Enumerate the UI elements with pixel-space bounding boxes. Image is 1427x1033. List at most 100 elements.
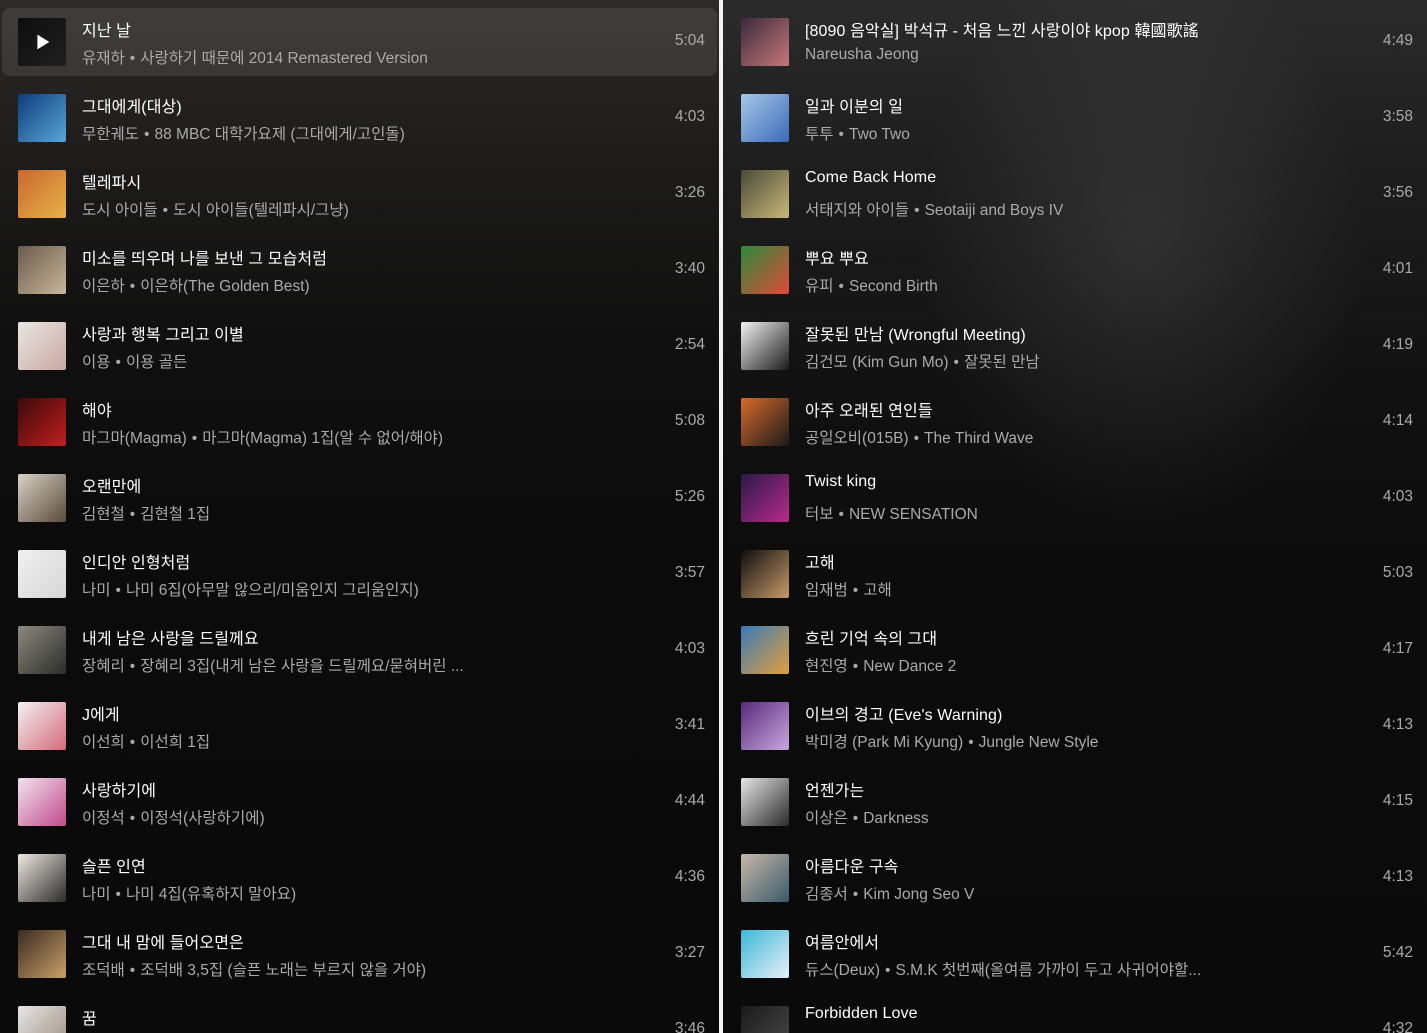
song-album[interactable]: 나미 6집(아무말 않으리/미움인지 그리움인지) <box>126 582 419 599</box>
song-artist[interactable]: 김현철 <box>82 506 125 523</box>
song-artist[interactable]: 박미경 (Park Mi Kyung) <box>805 734 963 751</box>
song-title[interactable]: 이브의 경고 (Eve's Warning) <box>805 701 1002 725</box>
song-album[interactable]: Jungle New Style <box>979 734 1099 751</box>
album-art-thumbnail[interactable] <box>18 94 66 142</box>
album-art-thumbnail[interactable] <box>741 1006 789 1033</box>
album-art-thumbnail[interactable] <box>741 550 789 598</box>
song-artist[interactable]: 나미 <box>82 582 111 599</box>
album-art-thumbnail[interactable] <box>741 170 789 218</box>
album-art-thumbnail[interactable] <box>18 246 66 294</box>
song-album[interactable]: The Third Wave <box>924 430 1033 447</box>
song-artist[interactable]: 현진영 <box>805 658 848 675</box>
song-album[interactable]: 고해 <box>863 582 892 599</box>
song-artist[interactable]: 공일오비(015B) <box>805 430 909 447</box>
song-artist[interactable]: 유피 <box>805 278 834 295</box>
song-album[interactable]: 장혜리 3집(내게 남은 사랑을 드릴께요/묻혀버린 ... <box>140 658 463 675</box>
song-title[interactable]: 해야 <box>82 397 112 421</box>
song-title[interactable]: [8090 음악실] 박석규 - 처음 느낀 사랑이야 kpop 韓國歌謠 <box>805 17 1199 41</box>
song-title[interactable]: 미소를 띄우며 나를 보낸 그 모습처럼 <box>82 245 327 269</box>
song-album[interactable]: Second Birth <box>849 278 938 295</box>
song-row[interactable]: 사랑과 행복 그리고 이별 이용 • 이용 골든 2:54 <box>2 312 717 380</box>
song-album[interactable]: 마그마(Magma) 1집(알 수 없어/해야) <box>202 430 443 447</box>
song-title[interactable]: 지난 날 <box>82 17 131 41</box>
song-album[interactable]: 이정석(사랑하기에) <box>140 810 264 827</box>
album-art-thumbnail[interactable] <box>741 322 789 370</box>
song-row[interactable]: 텔레파시 도시 아이들 • 도시 아이들(텔레파시/그냥) 3:26 <box>2 160 717 228</box>
song-artist[interactable]: 이은하 <box>82 278 125 295</box>
song-title[interactable]: 아주 오래된 연인들 <box>805 397 933 421</box>
album-art-thumbnail[interactable] <box>18 1006 66 1033</box>
song-artist[interactable]: 유재하 <box>82 50 125 67</box>
song-title[interactable]: 일과 이분의 일 <box>805 93 903 117</box>
song-title[interactable]: 꿈 <box>82 1005 97 1029</box>
song-artist[interactable]: Nareusha Jeong <box>805 46 919 63</box>
song-album[interactable]: Darkness <box>863 810 928 827</box>
song-album[interactable]: 이은하(The Golden Best) <box>140 278 309 295</box>
song-artist[interactable]: 마그마(Magma) <box>82 430 187 447</box>
song-album[interactable]: 나미 4집(유혹하지 말아요) <box>126 886 296 903</box>
song-album[interactable]: 잘못된 만남 <box>964 354 1040 371</box>
album-art-thumbnail[interactable] <box>18 702 66 750</box>
song-album[interactable]: NEW SENSATION <box>849 506 978 523</box>
song-album[interactable]: 이선희 1집 <box>140 734 210 751</box>
album-art-thumbnail[interactable] <box>18 550 66 598</box>
song-row[interactable]: 인디안 인형처럼 나미 • 나미 6집(아무말 않으리/미움인지 그리움인지) 3:… <box>2 540 717 608</box>
song-row[interactable]: 여름안에서 듀스(Deux) • S.M.K 첫번째(올여름 가까이 두고 사귀어야… <box>725 920 1425 988</box>
song-album[interactable]: Kim Jong Seo V <box>863 886 974 903</box>
song-title[interactable]: 고해 <box>805 549 835 573</box>
song-title[interactable]: 슬픈 인연 <box>82 853 146 877</box>
song-title[interactable]: 사랑과 행복 그리고 이별 <box>82 321 244 345</box>
song-title[interactable]: 그대 내 맘에 들어오면은 <box>82 929 244 953</box>
song-row[interactable]: 그대 내 맘에 들어오면은 조덕배 • 조덕배 3,5집 (슬픈 노래는 부르지 않… <box>2 920 717 988</box>
song-album[interactable]: 도시 아이들(텔레파시/그냥) <box>173 202 349 219</box>
album-art-thumbnail[interactable] <box>741 398 789 446</box>
song-title[interactable]: 오랜만에 <box>82 473 141 497</box>
album-art-thumbnail[interactable] <box>741 474 789 522</box>
album-art-thumbnail[interactable] <box>741 930 789 978</box>
song-row[interactable]: Forbidden Love 4:32 <box>725 996 1425 1033</box>
song-row[interactable]: 해야 마그마(Magma) • 마그마(Magma) 1집(알 수 없어/해야) 5… <box>2 388 717 456</box>
album-art-thumbnail[interactable] <box>741 18 789 66</box>
song-title[interactable]: 여름안에서 <box>805 929 879 953</box>
song-title[interactable]: 언젠가는 <box>805 777 864 801</box>
song-row[interactable]: 지난 날 유재하 • 사랑하기 때문에 2014 Remastered Versio… <box>2 8 717 76</box>
song-artist[interactable]: 무한궤도 <box>82 126 139 143</box>
album-art-thumbnail[interactable] <box>18 474 66 522</box>
song-artist[interactable]: 조덕배 <box>82 962 125 979</box>
album-art-thumbnail[interactable] <box>18 778 66 826</box>
song-row[interactable]: J에게 이선희 • 이선희 1집 3:41 <box>2 692 717 760</box>
song-title[interactable]: 사랑하기에 <box>82 777 156 801</box>
song-album[interactable]: 김현철 1집 <box>140 506 210 523</box>
song-title[interactable]: 뿌요 뿌요 <box>805 245 869 269</box>
album-art-thumbnail[interactable] <box>741 778 789 826</box>
song-row[interactable]: 아주 오래된 연인들 공일오비(015B) • The Third Wave 4:1… <box>725 388 1425 456</box>
song-album[interactable]: S.M.K 첫번째(올여름 가까이 두고 사귀어야할... <box>895 962 1201 979</box>
album-art-thumbnail[interactable] <box>18 854 66 902</box>
song-title[interactable]: 텔레파시 <box>82 169 141 193</box>
song-album[interactable]: 88 MBC 대학가요제 (그대에게/고인돌) <box>154 126 404 143</box>
song-artist[interactable]: 이상은 <box>805 810 848 827</box>
song-row[interactable]: [8090 음악실] 박석규 - 처음 느낀 사랑이야 kpop 韓國歌謠 Na… <box>725 8 1425 76</box>
album-art-thumbnail[interactable] <box>741 702 789 750</box>
song-album[interactable]: Seotaiji and Boys IV <box>925 202 1064 219</box>
album-art-thumbnail[interactable] <box>741 94 789 142</box>
song-title[interactable]: J에게 <box>82 701 120 725</box>
album-art-thumbnail[interactable] <box>741 626 789 674</box>
song-row[interactable]: 그대에게(대상) 무한궤도 • 88 MBC 대학가요제 (그대에게/고인돌) 4:… <box>2 84 717 152</box>
song-artist[interactable]: 터보 <box>805 506 834 523</box>
song-artist[interactable]: 투투 <box>805 126 834 143</box>
song-title[interactable]: 잘못된 만남 (Wrongful Meeting) <box>805 321 1026 345</box>
song-row[interactable]: 미소를 띄우며 나를 보낸 그 모습처럼 이은하 • 이은하(The Golden … <box>2 236 717 304</box>
song-title[interactable]: 내게 남은 사랑을 드릴께요 <box>82 625 259 649</box>
album-art-thumbnail[interactable] <box>18 170 66 218</box>
song-title[interactable]: Come Back Home <box>805 169 936 187</box>
song-title[interactable]: 흐린 기억 속의 그대 <box>805 625 937 649</box>
song-row[interactable]: 일과 이분의 일 투투 • Two Two 3:58 <box>725 84 1425 152</box>
song-row[interactable]: 슬픈 인연 나미 • 나미 4집(유혹하지 말아요) 4:36 <box>2 844 717 912</box>
album-art-thumbnail[interactable] <box>741 854 789 902</box>
song-row[interactable]: 사랑하기에 이정석 • 이정석(사랑하기에) 4:44 <box>2 768 717 836</box>
song-album[interactable]: 조덕배 3,5집 (슬픈 노래는 부르지 않을 거야) <box>140 962 426 979</box>
play-icon[interactable] <box>18 18 66 66</box>
song-title[interactable]: 인디안 인형처럼 <box>82 549 190 573</box>
song-row[interactable]: 오랜만에 김현철 • 김현철 1집 5:26 <box>2 464 717 532</box>
